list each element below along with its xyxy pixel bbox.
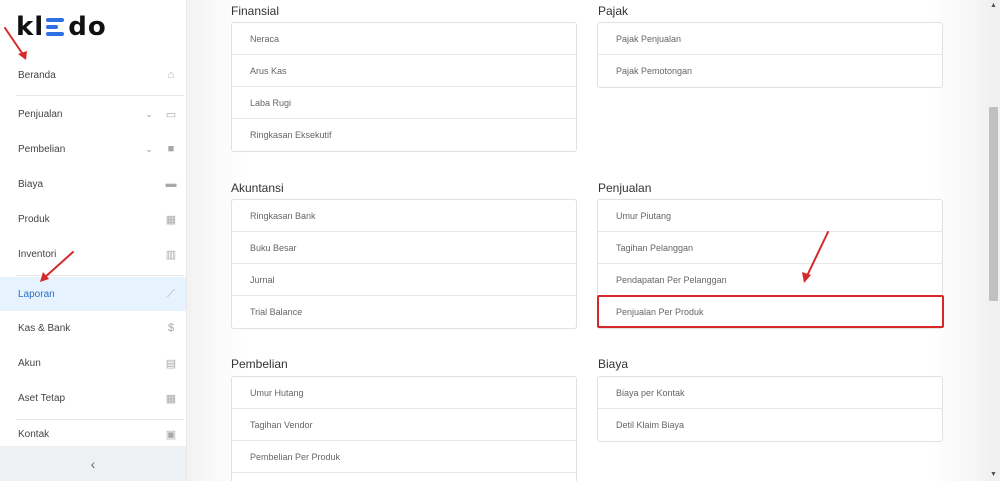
report-link-pembelian-per-produk[interactable]: Pembelian Per Produk <box>232 441 576 473</box>
report-link-tagihan-pelanggan[interactable]: Tagihan Pelanggan <box>598 232 942 264</box>
sidebar: kl do Beranda ⌂ Penjualan ⌄ ▭ Pembelian … <box>0 0 187 481</box>
sidebar-item-penjualan[interactable]: Penjualan ⌄ ▭ <box>0 97 186 131</box>
sidebar-item-label: Pembelian <box>18 143 66 155</box>
section-title-penjualan: Penjualan <box>598 181 652 195</box>
report-link-laba-rugi[interactable]: Laba Rugi <box>232 87 576 119</box>
sidebar-item-label: Inventori <box>18 248 57 260</box>
chevron-down-icon: ⌄ <box>145 108 153 119</box>
home-icon: ⌂ <box>167 69 175 81</box>
sidebar-collapse-button[interactable]: ‹ <box>0 446 186 481</box>
section-title-biaya: Biaya <box>598 357 629 371</box>
sidebar-item-label: Kontak <box>18 428 50 440</box>
report-link-pajak-penjualan[interactable]: Pajak Penjualan <box>598 23 942 55</box>
report-link-ringkasan-bank[interactable]: Ringkasan Bank <box>232 200 576 232</box>
shopping-bag-icon: ■ <box>167 143 175 155</box>
report-link-penjualan-per-produk[interactable]: Penjualan Per Produk <box>598 296 942 328</box>
report-link-buku-besar[interactable]: Buku Besar <box>232 232 576 264</box>
sidebar-item-pembelian[interactable]: Pembelian ⌄ ■ <box>0 132 186 166</box>
report-link-arus-kas[interactable]: Arus Kas <box>232 55 576 87</box>
sidebar-item-laporan[interactable]: Laporan ⟋ <box>0 277 186 311</box>
building-icon: ▦ <box>165 392 177 405</box>
sidebar-item-kontak[interactable]: Kontak ▣ <box>0 420 186 448</box>
sidebar-item-label: Kas & Bank <box>18 322 71 334</box>
logo-e-mark-icon <box>46 16 66 38</box>
credit-card-icon: ▬ <box>165 178 177 190</box>
sidebar-item-label: Laporan <box>18 288 55 300</box>
sidebar-item-biaya[interactable]: Biaya ▬ <box>0 167 186 201</box>
sidebar-item-akun[interactable]: Akun ▤ <box>0 346 186 380</box>
kledo-logo[interactable]: kl do <box>16 12 107 42</box>
boxes-icon: ▦ <box>165 213 177 226</box>
logo-text-right: do <box>68 12 107 42</box>
sidebar-divider <box>16 275 184 276</box>
sidebar-item-kas-bank[interactable]: Kas & Bank $ <box>0 311 186 345</box>
logo-text-left: kl <box>16 12 45 42</box>
report-link-pajak-pemotongan[interactable]: Pajak Pemotongan <box>598 55 942 87</box>
section-title-akuntansi: Akuntansi <box>231 181 284 195</box>
sidebar-item-label: Akun <box>18 357 41 369</box>
report-list-pajak: Pajak Penjualan Pajak Pemotongan <box>597 22 943 88</box>
ledger-icon: ▤ <box>165 357 177 370</box>
report-link-umur-hutang[interactable]: Umur Hutang <box>232 377 576 409</box>
report-link-jurnal[interactable]: Jurnal <box>232 264 576 296</box>
section-title-pajak: Pajak <box>598 4 629 18</box>
sidebar-divider <box>16 95 184 96</box>
report-list-biaya: Biaya per Kontak Detil Klaim Biaya <box>597 376 943 442</box>
sidebar-item-produk[interactable]: Produk ▦ <box>0 202 186 236</box>
report-link-umur-piutang[interactable]: Umur Piutang <box>598 200 942 232</box>
report-link-biaya-per-kontak[interactable]: Biaya per Kontak <box>598 377 942 409</box>
report-link-ringkasan-eksekutif[interactable]: Ringkasan Eksekutif <box>232 119 576 151</box>
report-list-finansial: Neraca Arus Kas Laba Rugi Ringkasan Ekse… <box>231 22 577 152</box>
page-scrollbar[interactable]: ▲ ▼ <box>987 0 1000 481</box>
sidebar-item-aset-tetap[interactable]: Aset Tetap ▦ <box>0 381 186 415</box>
chevron-left-icon: ‹ <box>90 455 96 472</box>
sidebar-item-beranda[interactable]: Beranda ⌂ <box>0 58 186 92</box>
report-link-tagihan-vendor[interactable]: Tagihan Vendor <box>232 409 576 441</box>
section-title-finansial: Finansial <box>231 4 280 18</box>
report-link-detil-klaim-biaya[interactable]: Detil Klaim Biaya <box>598 409 942 441</box>
report-link-trial-balance[interactable]: Trial Balance <box>232 296 576 328</box>
scroll-down-icon[interactable]: ▼ <box>987 469 1000 481</box>
section-title-pembelian: Pembelian <box>231 357 288 371</box>
contact-card-icon: ▣ <box>165 428 177 441</box>
chevron-down-icon: ⌄ <box>145 143 153 154</box>
sidebar-item-label: Aset Tetap <box>18 392 66 404</box>
sidebar-item-label: Beranda <box>18 69 56 81</box>
sidebar-item-inventori[interactable]: Inventori ▥ <box>0 237 186 271</box>
report-list-akuntansi: Ringkasan Bank Buku Besar Jurnal Trial B… <box>231 199 577 329</box>
line-chart-icon: ⟋ <box>167 287 175 300</box>
sidebar-item-label: Penjualan <box>18 108 63 120</box>
scroll-up-icon[interactable]: ▲ <box>987 0 1000 12</box>
dollar-icon: $ <box>167 322 175 334</box>
sidebar-item-label: Biaya <box>18 178 44 190</box>
scrollbar-thumb[interactable] <box>989 107 998 301</box>
shopping-basket-icon: ▭ <box>165 108 177 121</box>
sidebar-item-label: Produk <box>18 213 50 225</box>
report-link-pendapatan-per-pelanggan[interactable]: Pendapatan Per Pelanggan <box>598 264 942 296</box>
report-link-neraca[interactable]: Neraca <box>232 23 576 55</box>
report-list-penjualan: Umur Piutang Tagihan Pelanggan Pendapata… <box>597 199 943 329</box>
report-list-pembelian: Umur Hutang Tagihan Vendor Pembelian Per… <box>231 376 577 481</box>
warehouse-icon: ▥ <box>165 248 177 261</box>
